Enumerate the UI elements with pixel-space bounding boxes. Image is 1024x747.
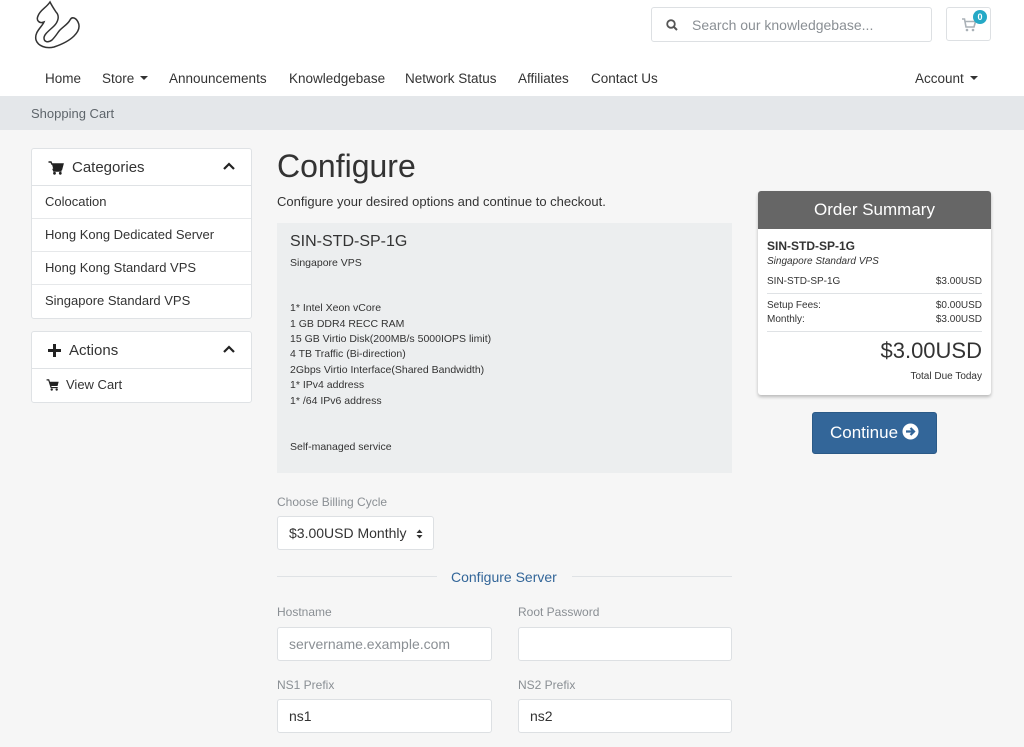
hostname-label: Hostname bbox=[277, 605, 332, 619]
section-divider bbox=[572, 576, 732, 577]
categories-panel-header[interactable]: Categories bbox=[32, 149, 251, 186]
plus-icon bbox=[48, 344, 61, 357]
ns1-prefix-input[interactable] bbox=[277, 699, 492, 733]
billing-cycle-select[interactable]: $3.00USD Monthly bbox=[277, 516, 434, 550]
order-summary: Order Summary SIN-STD-SP-1G Singapore St… bbox=[758, 191, 991, 395]
site-header: 0 Home Store Announcements Knowledgebase… bbox=[0, 0, 1024, 96]
horse-logo-icon[interactable] bbox=[30, 0, 82, 50]
sidebar-item-hk-dedicated[interactable]: Hong Kong Dedicated Server bbox=[32, 219, 251, 252]
ns2-prefix-label: NS2 Prefix bbox=[518, 678, 576, 692]
summary-total-label: Total Due Today bbox=[910, 371, 982, 382]
summary-product-name: SIN-STD-SP-1G bbox=[767, 239, 856, 253]
product-spec: 1* IPv4 address bbox=[290, 379, 365, 391]
page-subtitle: Configure your desired options and conti… bbox=[277, 194, 606, 209]
search-box bbox=[651, 7, 932, 42]
product-name: SIN-STD-SP-1G bbox=[290, 233, 408, 250]
categories-title: Categories bbox=[72, 159, 145, 176]
caret-down-icon bbox=[140, 76, 149, 81]
cart-button[interactable]: 0 bbox=[946, 7, 991, 41]
billing-cycle-value: $3.00USD Monthly bbox=[289, 525, 407, 541]
summary-setup-value: $0.00USD bbox=[935, 300, 982, 311]
cart-icon bbox=[48, 161, 64, 175]
product-spec: 4 TB Traffic (Bi-direction) bbox=[290, 348, 406, 360]
product-spec: 1 GB DDR4 RECC RAM bbox=[290, 318, 405, 330]
nav-store[interactable]: Store bbox=[102, 71, 149, 86]
chevron-up-icon[interactable] bbox=[223, 162, 235, 170]
main-nav: Home Store Announcements Knowledgebase N… bbox=[0, 62, 1024, 96]
summary-total: $3.00USD bbox=[880, 338, 982, 363]
continue-button[interactable]: Continue bbox=[812, 412, 937, 454]
product-spec: 1* Intel Xeon vCore bbox=[290, 302, 382, 314]
summary-line-label: SIN-STD-SP-1G bbox=[767, 276, 841, 287]
search-input[interactable] bbox=[692, 16, 922, 33]
product-note: Self-managed service bbox=[290, 441, 392, 453]
actions-panel-header[interactable]: Actions bbox=[32, 332, 251, 369]
cart-count-badge: 0 bbox=[973, 10, 987, 24]
actions-panel: Actions View Cart bbox=[31, 331, 252, 403]
nav-home[interactable]: Home bbox=[45, 71, 81, 86]
continue-label: Continue bbox=[829, 423, 899, 442]
search-icon[interactable] bbox=[652, 8, 692, 41]
order-summary-title: Order Summary bbox=[758, 191, 991, 229]
sidebar-item-view-cart[interactable]: View Cart bbox=[32, 369, 251, 402]
summary-product-group: Singapore Standard VPS bbox=[767, 256, 879, 267]
nav-account[interactable]: Account bbox=[915, 71, 978, 86]
product-spec: 15 GB Virtio Disk(200MB/s 5000IOPS limit… bbox=[290, 333, 492, 345]
nav-contact-us[interactable]: Contact Us bbox=[591, 71, 658, 86]
breadcrumb: Shopping Cart bbox=[0, 96, 1024, 130]
configure-server-heading: Configure Server bbox=[451, 569, 557, 585]
summary-setup-label: Setup Fees: bbox=[767, 300, 821, 311]
nav-announcements[interactable]: Announcements bbox=[169, 71, 267, 86]
page-title: Configure bbox=[277, 148, 416, 184]
product-info-box: SIN-STD-SP-1G Singapore VPS 1* Intel Xeo… bbox=[277, 223, 732, 473]
root-password-input[interactable] bbox=[518, 627, 732, 661]
sidebar-item-hk-vps[interactable]: Hong Kong Standard VPS bbox=[32, 252, 251, 285]
nav-knowledgebase[interactable]: Knowledgebase bbox=[289, 71, 385, 86]
summary-line-price: $3.00USD bbox=[935, 276, 982, 287]
hostname-input[interactable] bbox=[277, 627, 492, 661]
product-group: Singapore VPS bbox=[290, 257, 362, 269]
summary-divider bbox=[767, 331, 982, 332]
view-cart-label: View Cart bbox=[66, 377, 123, 392]
cart-icon bbox=[46, 379, 59, 391]
nav-network-status[interactable]: Network Status bbox=[405, 71, 497, 86]
sidebar-item-colocation[interactable]: Colocation bbox=[32, 186, 251, 219]
product-spec: 2Gbps Virtio Interface(Shared Bandwidth) bbox=[290, 364, 485, 376]
ns1-prefix-label: NS1 Prefix bbox=[277, 678, 335, 692]
select-arrows-icon bbox=[416, 529, 423, 539]
chevron-up-icon[interactable] bbox=[223, 345, 235, 353]
breadcrumb-current: Shopping Cart bbox=[31, 106, 115, 121]
ns2-prefix-input[interactable] bbox=[518, 699, 732, 733]
nav-account-label: Account bbox=[915, 71, 964, 86]
summary-divider bbox=[767, 293, 982, 294]
section-divider bbox=[277, 576, 437, 577]
root-password-label: Root Password bbox=[518, 605, 600, 619]
nav-affiliates[interactable]: Affiliates bbox=[518, 71, 569, 86]
actions-title: Actions bbox=[69, 342, 119, 359]
summary-monthly-label: Monthly: bbox=[767, 314, 805, 325]
sidebar-item-sg-vps[interactable]: Singapore Standard VPS bbox=[32, 285, 251, 318]
nav-store-label: Store bbox=[102, 71, 135, 86]
arrow-circle-right-icon bbox=[902, 423, 919, 440]
billing-cycle-label: Choose Billing Cycle bbox=[277, 495, 388, 509]
categories-panel: Categories Colocation Hong Kong Dedicate… bbox=[31, 148, 252, 319]
summary-monthly-value: $3.00USD bbox=[935, 314, 982, 325]
caret-down-icon bbox=[969, 76, 978, 81]
product-spec: 1* /64 IPv6 address bbox=[290, 395, 382, 407]
